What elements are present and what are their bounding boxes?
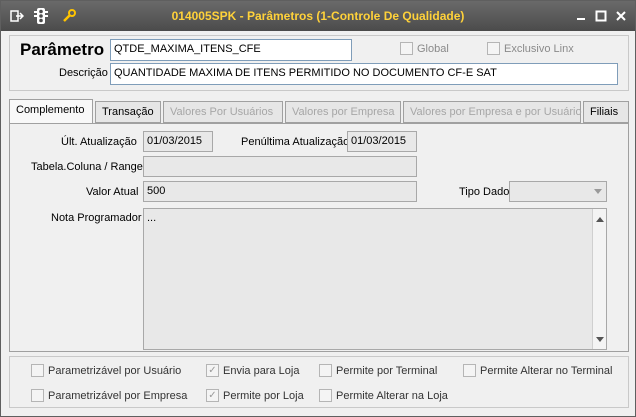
tab-filiais[interactable]: Filiais (583, 101, 629, 123)
ult-atualizacao-field[interactable]: 01/03/2015 (143, 131, 213, 152)
valor-atual-field[interactable]: 500 (143, 181, 417, 202)
penultima-atualizacao-field[interactable]: 01/03/2015 (347, 131, 417, 152)
checkbox-label: Permite por Terminal (336, 364, 438, 377)
tabela-coluna-field[interactable] (143, 156, 417, 177)
nota-scrollbar[interactable] (592, 209, 606, 349)
parametro-input[interactable]: QTDE_MAXIMA_ITENS_CFE (110, 39, 352, 61)
checkbox-box[interactable]: ✓ (206, 389, 219, 402)
chevron-down-icon[interactable] (591, 184, 605, 199)
checkbox-label: Permite Alterar no Terminal (480, 364, 613, 377)
tabela-coluna-label: Tabela.Coluna / Range (31, 161, 143, 173)
exclusivo-linx-checkbox[interactable]: Exclusivo Linx (487, 42, 574, 55)
checkbox-label: Parametrizável por Empresa (48, 389, 188, 402)
scroll-up-icon[interactable] (596, 213, 604, 225)
parametros-window: 014005SPK - Parâmetros (1-Controle De Qu… (0, 0, 636, 417)
checkbox-label: Global (417, 42, 449, 55)
checkbox-label: Exclusivo Linx (504, 42, 574, 55)
maximize-icon[interactable] (595, 10, 607, 22)
checkbox-label: Envia para Loja (223, 364, 300, 377)
tab-bar: Complemento Transação Valores Por Usuári… (9, 99, 629, 124)
permite-terminal-checkbox[interactable]: Permite por Terminal (319, 364, 437, 377)
nota-programador-textarea[interactable]: ... (143, 208, 607, 350)
checkbox-label: Parametrizável por Usuário (48, 364, 182, 377)
penultima-atualizacao-label: Penúltima Atualização (241, 136, 350, 148)
scroll-down-icon[interactable] (596, 333, 604, 345)
descricao-label: Descrição (59, 67, 108, 79)
param-empresa-checkbox[interactable]: Parametrizável por Empresa (31, 389, 187, 402)
checkbox-label: Permite Alterar na Loja (336, 389, 448, 402)
param-usuario-checkbox[interactable]: Parametrizável por Usuário (31, 364, 181, 377)
checkbox-box[interactable] (487, 42, 500, 55)
descricao-input[interactable]: QUANTIDADE MAXIMA DE ITENS PERMITIDO NO … (110, 63, 618, 85)
tab-valores-usuarios[interactable]: Valores Por Usuários (163, 101, 283, 123)
tab-valores-empresa-usuario[interactable]: Valores por Empresa e por Usuário (403, 101, 582, 123)
valor-atual-label: Valor Atual (86, 186, 139, 198)
checkbox-box[interactable] (31, 364, 44, 377)
tab-valores-empresa[interactable]: Valores por Empresa (285, 101, 401, 123)
parametro-label: Parâmetro (20, 40, 105, 59)
checkbox-box[interactable] (319, 364, 332, 377)
nota-programador-label: Nota Programador (51, 212, 142, 224)
checkbox-box[interactable] (31, 389, 44, 402)
alterar-loja-checkbox[interactable]: Permite Alterar na Loja (319, 389, 448, 402)
minimize-icon[interactable] (575, 10, 587, 22)
checkbox-box[interactable] (319, 389, 332, 402)
global-checkbox[interactable]: Global (400, 42, 449, 55)
title-bar: 014005SPK - Parâmetros (1-Controle De Qu… (1, 1, 635, 31)
ult-atualizacao-label: Últ. Atualização (61, 136, 137, 148)
window-title: 014005SPK - Parâmetros (1-Controle De Qu… (171, 9, 465, 23)
checkbox-label: Permite por Loja (223, 389, 304, 402)
checkbox-box[interactable] (463, 364, 476, 377)
alterar-terminal-checkbox[interactable]: Permite Alterar no Terminal (463, 364, 612, 377)
tab-transacao[interactable]: Transação (95, 101, 161, 123)
tipo-dado-label: Tipo Dado (459, 186, 510, 198)
checkbox-box[interactable]: ✓ (206, 364, 219, 377)
permite-loja-checkbox[interactable]: ✓ Permite por Loja (206, 389, 304, 402)
envia-loja-checkbox[interactable]: ✓ Envia para Loja (206, 364, 299, 377)
close-icon[interactable] (615, 10, 627, 22)
tab-complemento[interactable]: Complemento (9, 99, 93, 124)
checkbox-box[interactable] (400, 42, 413, 55)
